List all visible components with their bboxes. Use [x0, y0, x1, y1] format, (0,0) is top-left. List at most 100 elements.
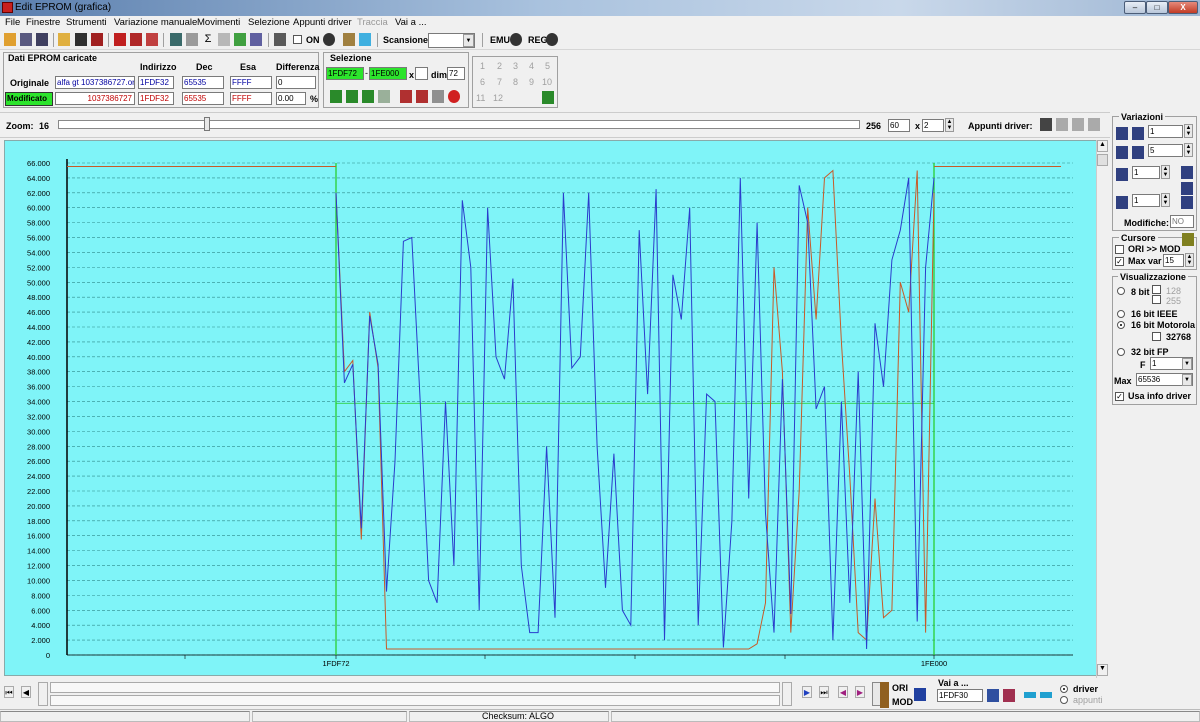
menu-variazione-manuale[interactable]: Variazione manuale: [114, 17, 197, 28]
menu-vai-a[interactable]: Vai a ...: [395, 17, 427, 28]
copy-icon[interactable]: [400, 90, 412, 103]
hscroll-right[interactable]: [782, 682, 792, 706]
zoom-slider-thumb[interactable]: [204, 117, 210, 131]
menu-finestre[interactable]: Finestre: [26, 17, 60, 28]
home-icon[interactable]: [4, 33, 16, 46]
ori-label[interactable]: ORI: [892, 683, 908, 693]
goto-field[interactable]: 1FDF30: [937, 689, 983, 702]
var-m-icon[interactable]: [1181, 166, 1193, 179]
menu-movimenti[interactable]: Movimenti: [197, 17, 240, 28]
ori-mod-checkbox[interactable]: [1115, 245, 1124, 254]
selection-from-field[interactable]: 1FDF72: [326, 67, 364, 80]
num-4[interactable]: 4: [529, 61, 534, 71]
device-icon[interactable]: [170, 33, 182, 46]
f-chevron-down-icon[interactable]: ▼: [1182, 358, 1192, 370]
open-folder-icon[interactable]: [58, 33, 70, 46]
checksum-icon[interactable]: [130, 33, 142, 46]
cursor-icon[interactable]: [1182, 233, 1194, 246]
next-icon[interactable]: ▶: [802, 686, 812, 698]
scroll-up-icon[interactable]: ▲: [1097, 140, 1108, 152]
var-u-icon[interactable]: [1181, 196, 1193, 209]
chart-area[interactable]: 66.000 64.000 62.000 60.000 58.000 56.000 54.0…: [4, 140, 1101, 676]
mark-left-icon[interactable]: ◀: [838, 686, 848, 698]
clipboard-clear-icon[interactable]: [1088, 118, 1100, 131]
on-checkbox[interactable]: [293, 35, 302, 44]
scroll-down-icon[interactable]: ▼: [1097, 664, 1108, 676]
var-percent-minus-icon[interactable]: [1132, 146, 1144, 159]
zoom-factor-field[interactable]: 2: [922, 119, 944, 132]
cut-icon[interactable]: [432, 90, 444, 103]
close-button[interactable]: X: [1168, 1, 1198, 14]
tool-icon[interactable]: [186, 33, 198, 46]
save-as-icon[interactable]: [91, 33, 103, 46]
menu-strumenti[interactable]: Strumenti: [66, 17, 107, 28]
mark-right-icon[interactable]: ▶: [855, 686, 865, 698]
num-7[interactable]: 7: [497, 77, 502, 87]
num-3[interactable]: 3: [513, 61, 518, 71]
modified-hex-field[interactable]: FFFF: [230, 92, 272, 105]
print-icon[interactable]: [218, 33, 230, 46]
num-5[interactable]: 5: [545, 61, 550, 71]
num-9[interactable]: 9: [529, 77, 534, 87]
var-field-2[interactable]: 5: [1148, 144, 1183, 157]
select-mid-icon[interactable]: [346, 90, 358, 103]
maxvar-field[interactable]: 15: [1163, 254, 1184, 267]
menu-file[interactable]: File: [5, 17, 20, 28]
radio-16bit-ieee[interactable]: [1117, 310, 1125, 318]
zoom-field[interactable]: 60: [888, 119, 910, 132]
zoom-slider[interactable]: [58, 120, 860, 129]
graph-icon[interactable]: [250, 33, 262, 46]
mod-label[interactable]: MOD: [892, 697, 913, 707]
hscroll-left[interactable]: [38, 682, 48, 706]
dim-field[interactable]: 72: [447, 67, 465, 80]
person-icon[interactable]: [359, 33, 371, 46]
paste-icon[interactable]: [416, 90, 428, 103]
lock-icon[interactable]: [343, 33, 355, 46]
max-chevron-down-icon[interactable]: ▼: [1182, 374, 1192, 386]
modified-diff-field[interactable]: 0.00: [276, 92, 306, 105]
var-field-4[interactable]: 1: [1132, 194, 1160, 207]
num-2[interactable]: 2: [497, 61, 502, 71]
select-clear-icon[interactable]: [378, 90, 390, 103]
radio-appunti[interactable]: [1060, 696, 1068, 704]
menu-appunti-driver[interactable]: Appunti driver: [293, 17, 352, 28]
range-icon[interactable]: [1024, 692, 1036, 698]
selection-to-field[interactable]: 1FE000: [369, 67, 407, 80]
sum-icon[interactable]: Σ: [202, 33, 214, 45]
hscroll-top[interactable]: [50, 682, 780, 693]
original-dec-field[interactable]: 65535: [182, 76, 224, 89]
maximize-button[interactable]: □: [1146, 1, 1168, 14]
select-start-icon[interactable]: [330, 90, 342, 103]
select-end-icon[interactable]: [362, 90, 374, 103]
range-end-icon[interactable]: [1040, 692, 1052, 698]
checkbox-255[interactable]: [1152, 295, 1161, 304]
modified-dec-field[interactable]: 65535: [182, 92, 224, 105]
num-10[interactable]: 10: [542, 77, 552, 87]
windows-icon[interactable]: [20, 33, 32, 46]
var-spinner-4[interactable]: ▲ ▼: [1161, 193, 1170, 207]
mod-lock-icon[interactable]: [880, 695, 889, 708]
checkbox-32768[interactable]: [1152, 332, 1161, 341]
calc-icon[interactable]: [146, 33, 158, 46]
monitor-icon[interactable]: [274, 33, 286, 46]
var-spinner-3[interactable]: ▲ ▼: [1161, 165, 1170, 179]
var-field-1[interactable]: 1: [1148, 125, 1183, 138]
undo-icon[interactable]: [448, 90, 460, 103]
goto-start-icon[interactable]: [987, 689, 999, 702]
first-icon[interactable]: ⏮: [4, 686, 14, 698]
var-plus-icon[interactable]: [1116, 127, 1128, 140]
radio-32bit-fp[interactable]: [1117, 348, 1125, 356]
selection-x-field[interactable]: [415, 67, 428, 80]
minimize-button[interactable]: –: [1124, 1, 1146, 14]
num-12[interactable]: 12: [493, 93, 503, 103]
original-file-field[interactable]: alfa gt 1037386727.ori: [55, 76, 135, 89]
reg-led-icon[interactable]: [546, 33, 558, 46]
var-a-icon[interactable]: [1116, 168, 1128, 181]
radio-16bit-motorola[interactable]: [1117, 321, 1125, 329]
check-icon[interactable]: [114, 33, 126, 46]
checkbox-128[interactable]: [1152, 285, 1161, 294]
var-minus-icon[interactable]: [1132, 127, 1144, 140]
save-icon[interactable]: [75, 33, 87, 46]
menu-selezione[interactable]: Selezione: [248, 17, 290, 28]
clipboard-icon[interactable]: [1040, 118, 1052, 131]
